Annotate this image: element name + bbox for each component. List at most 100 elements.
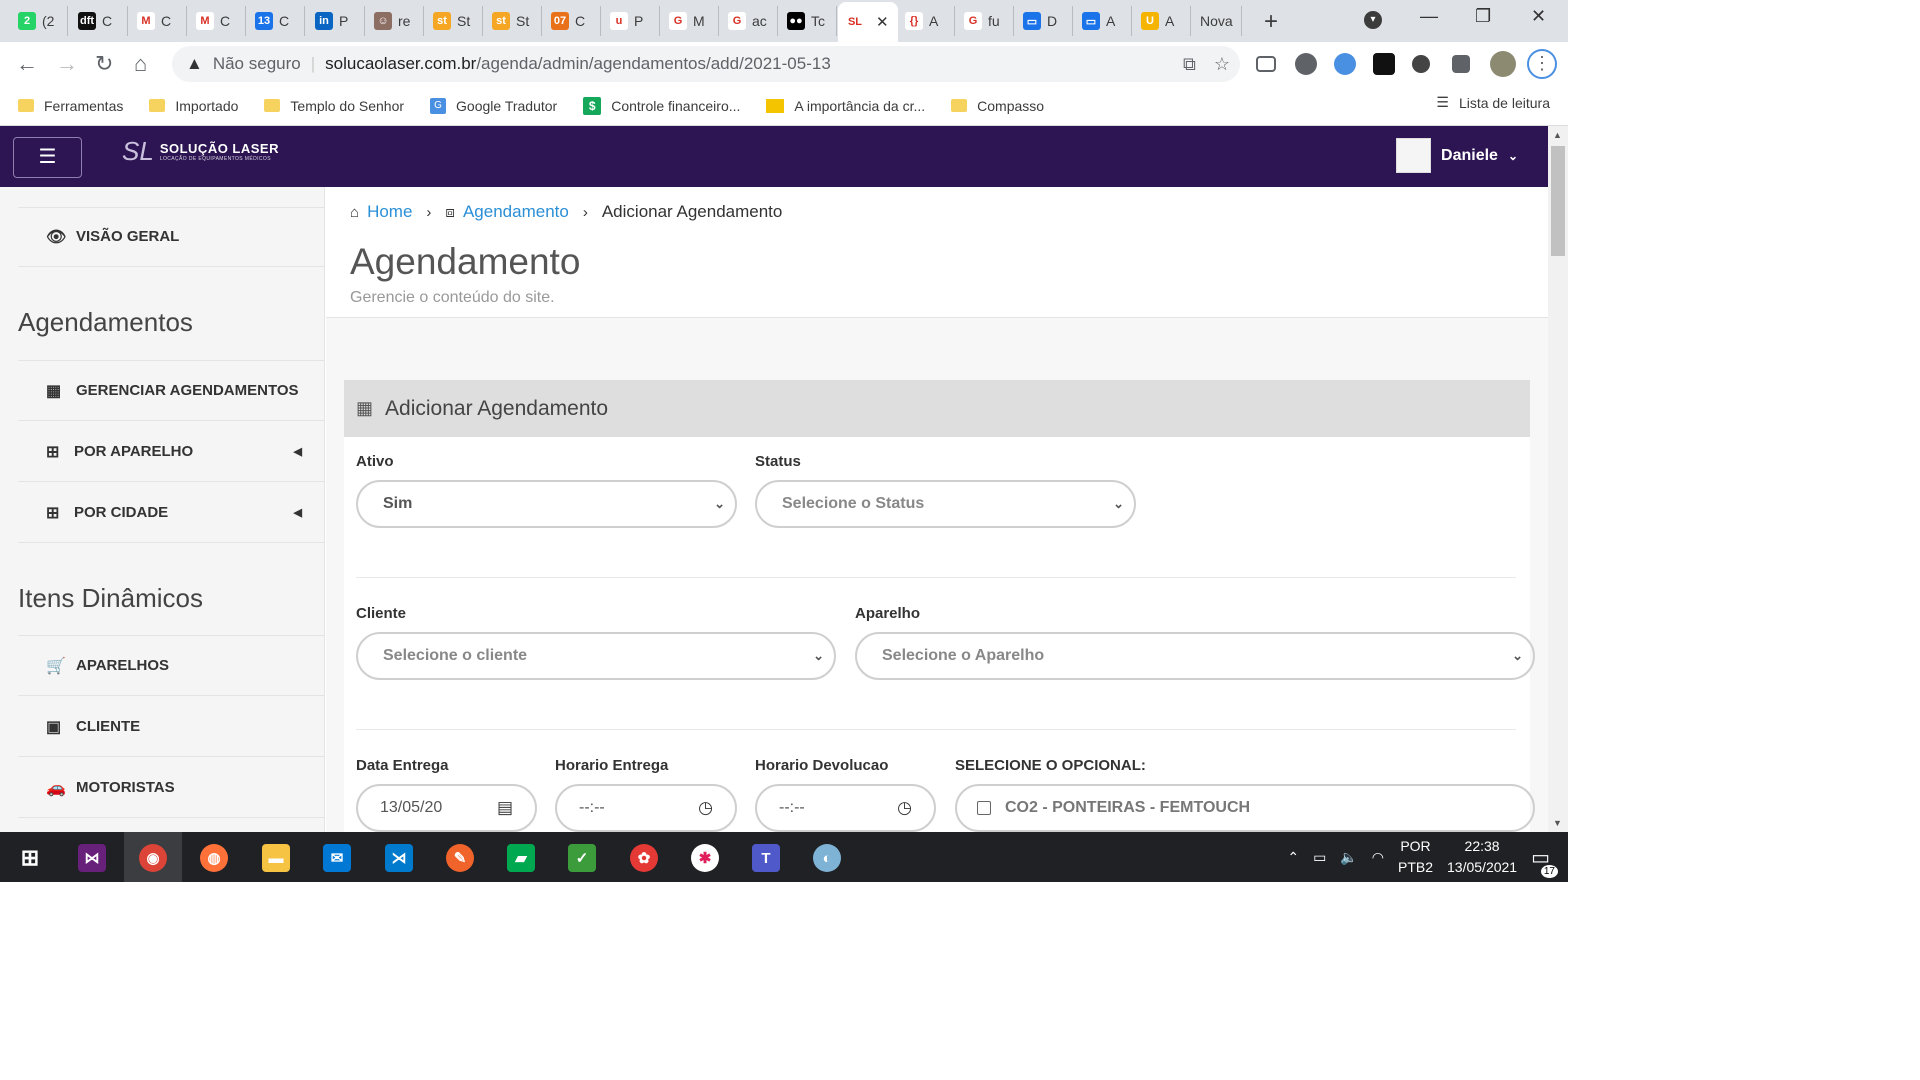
browser-tab[interactable]: st St (484, 6, 542, 36)
bookmark-star-icon[interactable]: ☆ (1214, 54, 1230, 75)
clock-icon[interactable]: ◷ (698, 798, 713, 818)
file-explorer-icon[interactable]: ▬ (262, 844, 290, 872)
home-icon[interactable]: ⌂ (134, 51, 147, 77)
menu-toggle-button[interactable]: ☰ (13, 137, 82, 178)
bookmark-item[interactable]: $ Controle financeiro... (583, 96, 740, 115)
ativo-select[interactable]: Sim ⌄ (356, 480, 737, 528)
bookmark-item[interactable]: Ferramentas (18, 97, 123, 115)
extension-circle-icon[interactable] (1412, 55, 1430, 73)
sidebar-item-by-city[interactable]: ⊞ POR CIDADE ◀ (18, 483, 324, 543)
user-menu[interactable]: Daniele ⌄ (1396, 138, 1518, 173)
firefox-icon[interactable]: ◍ (200, 844, 228, 872)
reload-icon[interactable]: ↻ (95, 51, 113, 77)
browser-tab[interactable]: Gac (720, 6, 778, 36)
slack-icon[interactable]: ✱ (691, 844, 719, 872)
data-entrega-input[interactable]: 13/05/20 ▤ (356, 784, 537, 832)
screen-capture-icon[interactable] (1256, 56, 1276, 72)
browser-tab[interactable]: ▭ A (1074, 6, 1132, 36)
new-tab-button[interactable]: + (1264, 8, 1278, 36)
postman-icon[interactable]: ✎ (446, 844, 474, 872)
status-select[interactable]: Selecione o Status ⌄ (755, 480, 1136, 528)
sidebar-item-by-device[interactable]: ⊞ POR APARELHO ◀ (18, 422, 324, 482)
close-tab-icon[interactable]: ✕ (876, 13, 889, 31)
aparelho-select[interactable]: Selecione o Aparelho ⌄ (855, 632, 1535, 680)
calendar-picker-icon[interactable]: ▤ (497, 798, 513, 818)
sidebar-item-manage-schedules[interactable]: ▦ GERENCIAR AGENDAMENTOS (18, 361, 324, 421)
breadcrumb-section[interactable]: Agendamento (463, 202, 569, 222)
bookmark-item[interactable]: G Google Tradutor (430, 97, 557, 115)
teams-icon[interactable]: T (752, 844, 780, 872)
browser-tab[interactable]: MC (188, 6, 246, 36)
language-indicator[interactable]: POR PTB2 (1398, 836, 1433, 878)
breadcrumb-home[interactable]: Home (367, 202, 412, 222)
browser-tab[interactable]: in P (307, 6, 365, 36)
browser-tab[interactable]: st St (425, 6, 483, 36)
visual-studio-icon[interactable]: ⋈ (78, 844, 106, 872)
horario-devolucao-input[interactable]: --:-- ◷ (755, 784, 936, 832)
back-icon[interactable]: ← (16, 51, 38, 77)
chevron-up-icon[interactable]: ⌃ (1287, 849, 1299, 866)
plus-square-icon: ⊞ (46, 504, 60, 522)
cliente-select[interactable]: Selecione o cliente ⌄ (356, 632, 836, 680)
browser-tab[interactable]: dft C (70, 6, 128, 36)
browser-tab[interactable]: GM (661, 6, 719, 36)
chrome-icon[interactable]: ◉ (139, 844, 167, 872)
page-scrollbar[interactable]: ▲ ▼ (1548, 126, 1568, 832)
bookmark-item[interactable]: Importado (149, 97, 238, 115)
sidebar-item-overview[interactable]: 👁 VISÃO GERAL (18, 207, 324, 267)
browser-tab[interactable]: ☺ re (366, 6, 424, 36)
restore-icon[interactable]: ❐ (1475, 6, 1491, 27)
clock[interactable]: 22:38 13/05/2021 (1447, 836, 1517, 878)
chevron-down-icon: ⌄ (1113, 496, 1124, 511)
reading-list[interactable]: ☰ Lista de leitura (1436, 94, 1550, 111)
close-window-icon[interactable]: ✕ (1531, 6, 1546, 27)
logo[interactable]: SL SOLUÇÃO LASER LOCAÇÃO DE EQUIPAMENTOS… (122, 136, 279, 167)
browser-tab[interactable]: ●● Tc (779, 6, 837, 36)
browser-tab[interactable]: 2 (2 (10, 6, 68, 36)
scroll-down-icon[interactable]: ▼ (1553, 818, 1562, 828)
minimize-icon[interactable]: — (1420, 6, 1438, 27)
browser-tab[interactable]: SL ✕ (838, 2, 898, 42)
browser-tab[interactable]: {} A (897, 6, 955, 36)
opcional-checkbox[interactable] (977, 801, 991, 815)
browser-tab[interactable]: uP (602, 6, 660, 36)
vscode-icon[interactable]: ⋊ (385, 844, 413, 872)
sidebar-item-client[interactable]: ▣ CLIENTE (18, 697, 324, 757)
extensions-puzzle-icon[interactable] (1452, 55, 1470, 73)
chat-icon[interactable]: ▰ (507, 844, 535, 872)
terminal-icon[interactable] (1373, 53, 1395, 75)
notepad-icon[interactable]: ✓ (568, 844, 596, 872)
notification-center[interactable]: ▭ 17 (1531, 845, 1558, 878)
browser-tab[interactable]: MC (129, 6, 187, 36)
browser-tab[interactable]: 13 C (247, 6, 305, 36)
skype-icon[interactable] (1295, 53, 1317, 75)
sidebar-item-drivers[interactable]: 🚗 MOTORISTAS (18, 758, 324, 818)
wifi-icon[interactable]: ◠ (1372, 849, 1384, 866)
windows-start-icon[interactable]: ⊞ (16, 844, 44, 872)
horario-entrega-input[interactable]: --:-- ◷ (555, 784, 737, 832)
menu-dots-icon[interactable]: ⋮ (1527, 49, 1557, 79)
translate-icon[interactable]: ⧉ (1183, 54, 1196, 75)
extension-clock-icon[interactable] (1334, 53, 1356, 75)
tab-search-icon[interactable]: ▾ (1364, 11, 1382, 29)
browser-tab[interactable]: ▭ D (1015, 6, 1073, 36)
address-bar[interactable]: ▲ Não seguro | solucaolaser.com.br /agen… (172, 46, 1240, 82)
mail-icon[interactable]: ✉ (323, 844, 351, 872)
browser-tab[interactable]: UA (1133, 6, 1191, 36)
browser-tab[interactable]: Nova (1192, 6, 1242, 36)
scrollbar-thumb[interactable] (1551, 146, 1565, 256)
bookmark-item[interactable]: A importância da cr... (766, 97, 925, 115)
paint-tool-icon[interactable]: ✿ (630, 844, 658, 872)
browser-tab[interactable]: 07 C (543, 6, 601, 36)
volume-icon[interactable]: 🔈 (1340, 849, 1357, 866)
sidebar-item-devices[interactable]: 🛒 APARELHOS (18, 636, 324, 696)
bookmark-item[interactable]: Templo do Senhor (264, 97, 404, 115)
scroll-up-icon[interactable]: ▲ (1553, 130, 1562, 140)
bookmark-item[interactable]: Compasso (951, 97, 1044, 115)
paint-icon[interactable]: ◐ (813, 844, 841, 872)
clock-icon[interactable]: ◷ (897, 798, 912, 818)
browser-tab[interactable]: Gfu (956, 6, 1014, 36)
battery-icon[interactable]: ▭ (1313, 849, 1326, 866)
forward-icon[interactable]: → (56, 51, 78, 77)
profile-avatar[interactable] (1490, 51, 1516, 77)
